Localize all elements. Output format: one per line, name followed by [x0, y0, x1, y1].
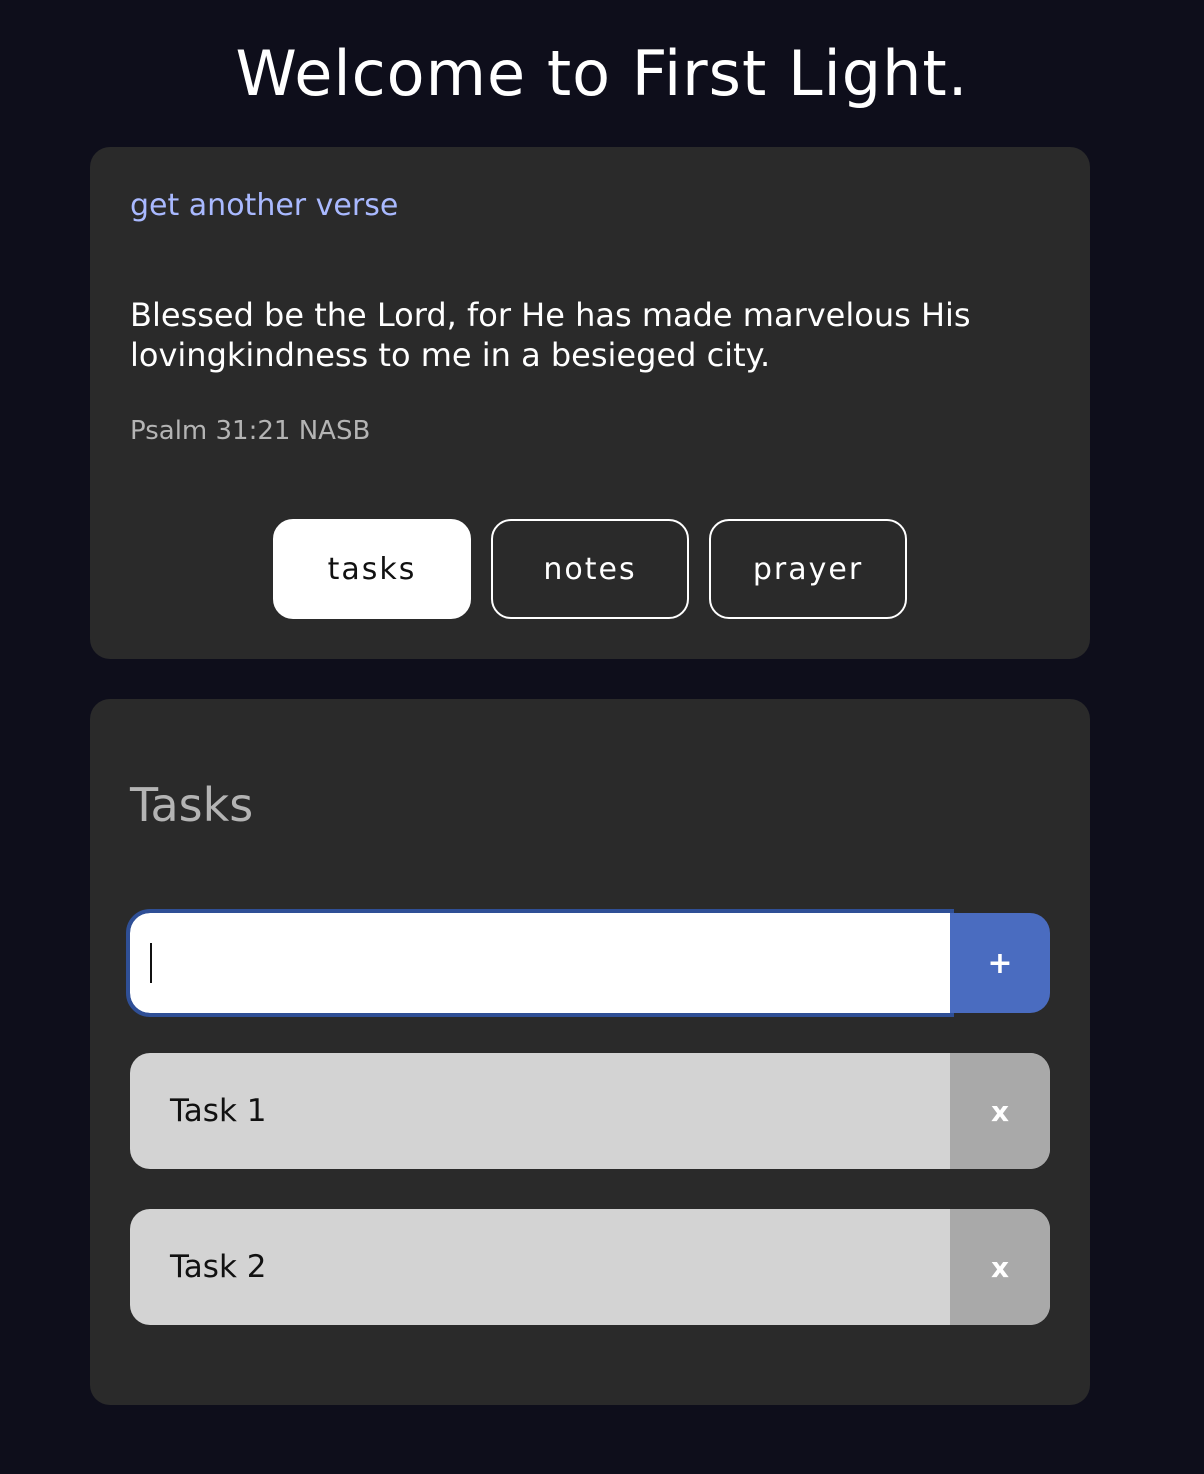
tab-prayer[interactable]: prayer [709, 519, 907, 619]
task-label: Task 1 [170, 1093, 267, 1129]
tasks-heading: Tasks [130, 778, 254, 832]
page-title: Welcome to First Light. [235, 37, 969, 110]
task-label: Task 2 [170, 1249, 267, 1285]
remove-task-button[interactable]: x [950, 1209, 1050, 1325]
new-task-input[interactable] [126, 909, 954, 1017]
tab-notes[interactable]: notes [491, 519, 689, 619]
verse-text: Blessed be the Lord, for He has made mar… [130, 296, 971, 374]
task-item[interactable]: Task 1 x [130, 1053, 1050, 1169]
verse-reference: Psalm 31:21 NASB [130, 416, 371, 446]
text-cursor [150, 943, 152, 983]
remove-task-button[interactable]: x [950, 1053, 1050, 1169]
add-task-button[interactable]: + [950, 913, 1050, 1013]
tab-tasks[interactable]: tasks [273, 519, 471, 619]
get-another-verse-link[interactable]: get another verse [130, 186, 398, 226]
task-item[interactable]: Task 2 x [130, 1209, 1050, 1325]
